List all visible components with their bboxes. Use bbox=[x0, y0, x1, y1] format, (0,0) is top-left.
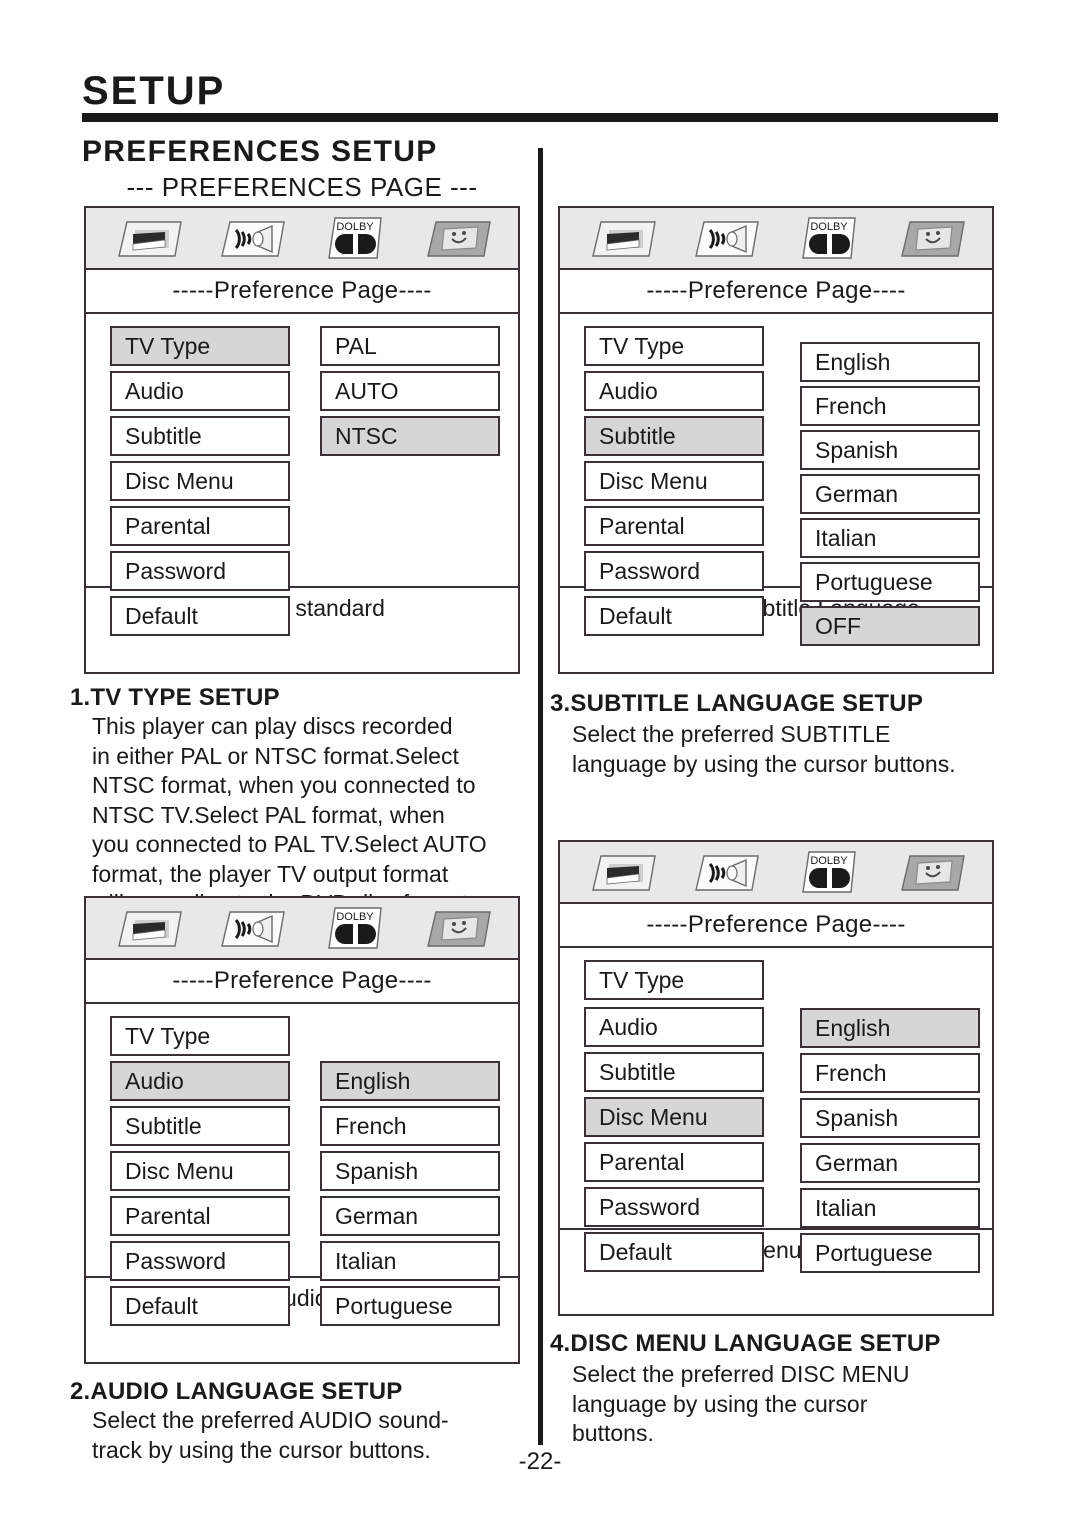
dolby-digital-setup-icon[interactable]: DOLBY bbox=[317, 904, 391, 952]
value-option-portuguese[interactable]: Portuguese bbox=[800, 562, 980, 602]
value-option-english[interactable]: English bbox=[320, 1061, 500, 1101]
osd-icon-bar: DOLBY bbox=[86, 898, 518, 960]
value-option-portuguese[interactable]: Portuguese bbox=[320, 1286, 500, 1326]
menu-item-password[interactable]: Password bbox=[110, 551, 290, 591]
preferences-setup-icon[interactable] bbox=[894, 214, 968, 262]
audio-setup-icon[interactable] bbox=[214, 214, 288, 262]
menu-item-subtitle[interactable]: Subtitle bbox=[584, 1052, 764, 1092]
audio-setup-icon[interactable] bbox=[688, 848, 762, 896]
title-divider-rule bbox=[82, 113, 998, 122]
menu-item-disc-menu[interactable]: Disc Menu bbox=[110, 1151, 290, 1191]
osd-title: -----Preference Page---- bbox=[86, 960, 518, 1004]
menu-item-subtitle[interactable]: Subtitle bbox=[584, 416, 764, 456]
general-setup-icon[interactable] bbox=[111, 904, 185, 952]
value-option-italian[interactable]: Italian bbox=[800, 1188, 980, 1228]
menu-item-tv-type[interactable]: TV Type bbox=[584, 960, 764, 1000]
menu-item-audio[interactable]: Audio bbox=[110, 371, 290, 411]
value-option-off[interactable]: OFF bbox=[800, 606, 980, 646]
dolby-digital-setup-icon[interactable]: DOLBY bbox=[317, 214, 391, 262]
menu-item-disc-menu[interactable]: Disc Menu bbox=[584, 461, 764, 501]
menu-item-parental[interactable]: Parental bbox=[110, 1196, 290, 1236]
value-option-italian[interactable]: Italian bbox=[320, 1241, 500, 1281]
dolby-digital-setup-icon[interactable]: DOLBY bbox=[791, 848, 865, 896]
menu-item-tv-type[interactable]: TV Type bbox=[584, 326, 764, 366]
section-heading-audio-language: 2.AUDIO LANGUAGE SETUP bbox=[70, 1378, 403, 1405]
value-option-english[interactable]: English bbox=[800, 342, 980, 382]
value-option-french[interactable]: French bbox=[320, 1106, 500, 1146]
value-option-german[interactable]: German bbox=[800, 474, 980, 514]
menu-item-parental[interactable]: Parental bbox=[110, 506, 290, 546]
menu-item-tv-type[interactable]: TV Type bbox=[110, 1016, 290, 1056]
section-heading-disc-menu-language: 4.DISC MENU LANGUAGE SETUP bbox=[550, 1330, 941, 1357]
osd-panel-subtitle-language: DOLBY -----Preference Page---- TV Type A… bbox=[558, 206, 994, 674]
general-setup-icon[interactable] bbox=[585, 848, 659, 896]
page-number: -22- bbox=[518, 1448, 562, 1475]
value-option-german[interactable]: German bbox=[800, 1143, 980, 1183]
value-option-portuguese[interactable]: Portuguese bbox=[800, 1233, 980, 1273]
menu-item-default[interactable]: Default bbox=[110, 596, 290, 636]
osd-panel-audio-language: DOLBY -----Preference Page---- TV Type A… bbox=[84, 896, 520, 1364]
section-heading-subtitle-language: 3.SUBTITLE LANGUAGE SETUP bbox=[550, 690, 924, 717]
audio-setup-icon[interactable] bbox=[688, 214, 762, 262]
preferences-setup-icon[interactable] bbox=[420, 904, 494, 952]
menu-item-subtitle[interactable]: Subtitle bbox=[110, 416, 290, 456]
menu-item-default[interactable]: Default bbox=[584, 596, 764, 636]
value-option-spanish[interactable]: Spanish bbox=[320, 1151, 500, 1191]
value-option-spanish[interactable]: Spanish bbox=[800, 1098, 980, 1138]
menu-item-subtitle[interactable]: Subtitle bbox=[110, 1106, 290, 1146]
general-setup-icon[interactable] bbox=[111, 214, 185, 262]
value-option-german[interactable]: German bbox=[320, 1196, 500, 1236]
document-page: SETUP PREFERENCES SETUP --- PREFERENCES … bbox=[0, 0, 1080, 1529]
svg-text:DOLBY: DOLBY bbox=[336, 221, 374, 233]
section-body-tv-type: This player can play discs recorded in e… bbox=[92, 713, 487, 916]
preferences-page-heading: --- PREFERENCES PAGE --- bbox=[126, 172, 478, 202]
column-divider bbox=[538, 148, 543, 1445]
value-option-ntsc[interactable]: NTSC bbox=[320, 416, 500, 456]
menu-item-audio[interactable]: Audio bbox=[584, 371, 764, 411]
menu-item-audio[interactable]: Audio bbox=[110, 1061, 290, 1101]
svg-text:DOLBY: DOLBY bbox=[810, 855, 848, 867]
value-option-english[interactable]: English bbox=[800, 1008, 980, 1048]
osd-panel-disc-menu-language: DOLBY -----Preference Page---- TV Type A… bbox=[558, 840, 994, 1316]
osd-icon-bar: DOLBY bbox=[560, 208, 992, 270]
menu-item-password[interactable]: Password bbox=[584, 1187, 764, 1227]
menu-item-default[interactable]: Default bbox=[110, 1286, 290, 1326]
menu-item-password[interactable]: Password bbox=[110, 1241, 290, 1281]
value-option-french[interactable]: French bbox=[800, 1053, 980, 1093]
value-option-italian[interactable]: Italian bbox=[800, 518, 980, 558]
osd-title: -----Preference Page---- bbox=[86, 270, 518, 314]
value-option-auto[interactable]: AUTO bbox=[320, 371, 500, 411]
audio-setup-icon[interactable] bbox=[214, 904, 288, 952]
section-body-disc-menu-language: Select the preferred DISC MENU language … bbox=[572, 1361, 910, 1446]
osd-icon-bar: DOLBY bbox=[86, 208, 518, 270]
menu-item-default[interactable]: Default bbox=[584, 1232, 764, 1272]
osd-icon-bar: DOLBY bbox=[560, 842, 992, 904]
page-title: SETUP bbox=[82, 69, 226, 113]
svg-text:DOLBY: DOLBY bbox=[810, 221, 848, 233]
menu-item-tv-type[interactable]: TV Type bbox=[110, 326, 290, 366]
value-option-french[interactable]: French bbox=[800, 386, 980, 426]
menu-item-audio[interactable]: Audio bbox=[584, 1007, 764, 1047]
general-setup-icon[interactable] bbox=[585, 214, 659, 262]
preferences-setup-icon[interactable] bbox=[420, 214, 494, 262]
section-title: PREFERENCES SETUP bbox=[82, 135, 438, 168]
menu-item-disc-menu[interactable]: Disc Menu bbox=[584, 1097, 764, 1137]
menu-item-disc-menu[interactable]: Disc Menu bbox=[110, 461, 290, 501]
osd-panel-tv-type: DOLBY -----Preference Page---- TV Type A… bbox=[84, 206, 520, 674]
value-option-pal[interactable]: PAL bbox=[320, 326, 500, 366]
section-heading-tv-type: 1.TV TYPE SETUP bbox=[70, 684, 280, 711]
preferences-setup-icon[interactable] bbox=[894, 848, 968, 896]
osd-title: -----Preference Page---- bbox=[560, 270, 992, 314]
menu-item-parental[interactable]: Parental bbox=[584, 1142, 764, 1182]
menu-item-password[interactable]: Password bbox=[584, 551, 764, 591]
osd-title: -----Preference Page---- bbox=[560, 904, 992, 948]
svg-text:DOLBY: DOLBY bbox=[336, 911, 374, 923]
menu-item-parental[interactable]: Parental bbox=[584, 506, 764, 546]
value-option-spanish[interactable]: Spanish bbox=[800, 430, 980, 470]
section-body-subtitle-language: Select the preferred SUBTITLE language b… bbox=[572, 721, 956, 777]
dolby-digital-setup-icon[interactable]: DOLBY bbox=[791, 214, 865, 262]
